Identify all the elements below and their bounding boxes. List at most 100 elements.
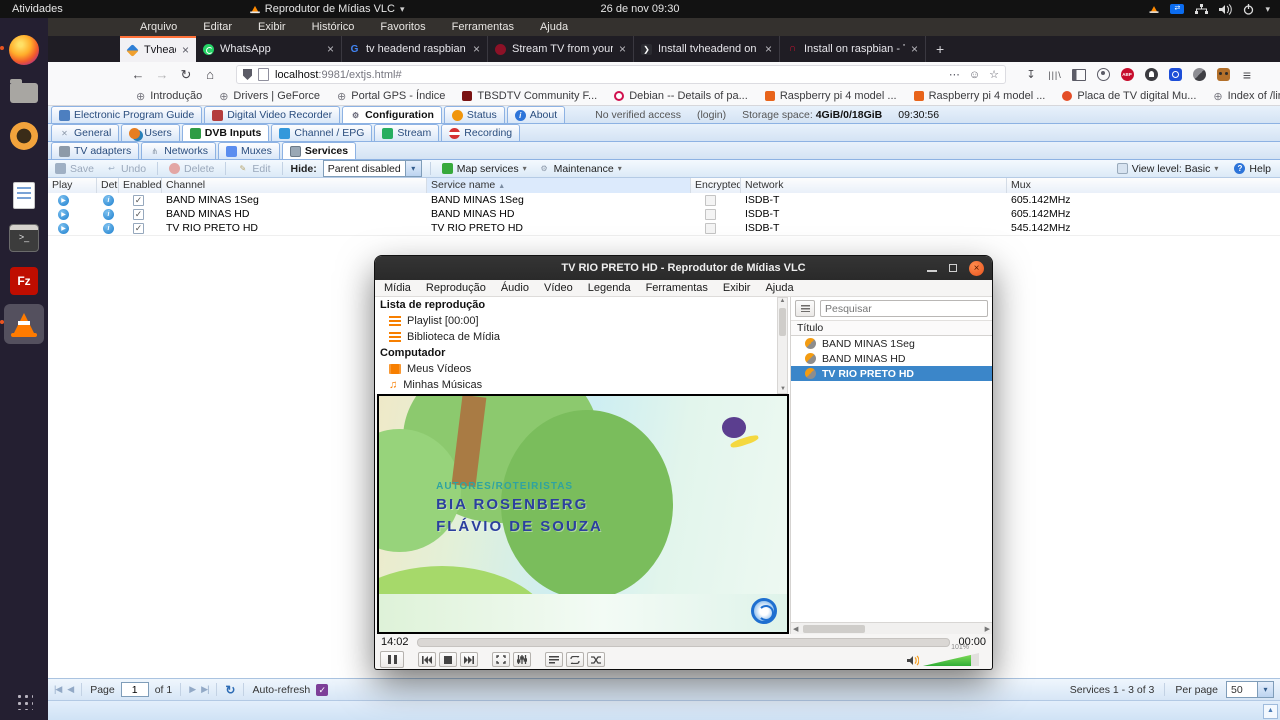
media-library-item[interactable]: Biblioteca de Mídia <box>375 329 790 345</box>
vlc-menu-audio[interactable]: Áudio <box>501 282 529 294</box>
play-icon[interactable]: ▶ <box>58 209 69 220</box>
bookmark-item[interactable]: TBSDTV Community F... <box>462 90 597 102</box>
tab-muxes[interactable]: Muxes <box>218 142 280 159</box>
stop-button[interactable] <box>439 652 457 667</box>
maximize-button[interactable] <box>949 264 957 272</box>
ghostery-extension-icon[interactable] <box>1145 68 1158 81</box>
close-tab-icon[interactable]: × <box>327 42 334 56</box>
dock-terminal[interactable]: >_ <box>4 218 44 258</box>
service-row[interactable]: ▶ i ✓ BAND MINAS 1Seg BAND MINAS 1Seg IS… <box>48 193 1280 208</box>
bookmark-item[interactable]: ⊕Index of /linux/sms1xxx <box>1213 90 1280 103</box>
home-button[interactable]: ⌂ <box>198 67 222 82</box>
bookmark-item[interactable]: Placa de TV digital Mu... <box>1062 90 1196 102</box>
tab-dvr[interactable]: Digital Video Recorder <box>204 106 340 123</box>
column-details[interactable]: Det <box>97 178 119 193</box>
next-page-button[interactable]: ▶ <box>189 684 195 695</box>
activities-button[interactable]: Atividades <box>0 3 75 15</box>
menu-favoritos[interactable]: Favoritos <box>380 21 425 33</box>
clock[interactable]: 26 de nov 09:30 <box>0 3 1280 15</box>
media-item[interactable]: BAND MINAS HD <box>791 351 992 366</box>
minimize-button[interactable] <box>927 270 937 272</box>
column-network[interactable]: Network <box>741 178 1007 193</box>
vlc-tray-icon[interactable] <box>1151 6 1159 13</box>
url-bar[interactable]: localhost:9981/extjs.html# ⋯ ☺ ☆ <box>236 65 1006 84</box>
delete-button[interactable]: Delete <box>166 163 217 175</box>
tab-services[interactable]: Services <box>282 142 356 159</box>
save-button[interactable]: Save <box>52 163 97 175</box>
vlc-menu-midia[interactable]: Mídia <box>384 282 411 294</box>
dock-firefox[interactable] <box>4 30 44 70</box>
close-tab-icon[interactable]: × <box>473 42 480 56</box>
playlist-toggle-button[interactable] <box>545 652 563 667</box>
vlc-menu-reproducao[interactable]: Reprodução <box>426 282 486 294</box>
page-actions-icon[interactable]: ⋯ <box>949 68 960 81</box>
bookmark-star-icon[interactable]: ☆ <box>989 68 999 81</box>
seek-slider[interactable] <box>417 638 951 647</box>
autorefresh-checkbox[interactable]: ✓ <box>316 684 328 696</box>
tab-networks[interactable]: ⋔Networks <box>141 142 216 159</box>
tree-scrollbar[interactable]: ▲▼ <box>777 297 788 394</box>
details-icon[interactable]: i <box>103 223 114 234</box>
volume-icon[interactable] <box>1219 4 1232 15</box>
video-area[interactable]: AUTORES/ROTEIRISTAS BIA ROSENBERG FLÁVIO… <box>377 394 789 634</box>
play-icon[interactable]: ▶ <box>58 223 69 234</box>
library-icon[interactable]: |||\ <box>1048 68 1062 82</box>
pocket-icon[interactable]: ☺ <box>969 69 980 81</box>
tab-tvheadend[interactable]: Tvheadend × <box>120 36 196 62</box>
map-services-button[interactable]: Map services▾ <box>439 163 530 175</box>
forward-button[interactable]: → <box>150 67 174 82</box>
horizontal-scrollbar[interactable]: ◀▶ <box>791 622 992 634</box>
tab-about[interactable]: iAbout <box>507 106 565 123</box>
service-row[interactable]: ▶ i ✓ BAND MINAS HD BAND MINAS HD ISDB-T… <box>48 207 1280 222</box>
bookmark-item[interactable]: Debian -- Details of pa... <box>614 90 748 102</box>
power-icon[interactable] <box>1243 4 1254 15</box>
edit-button[interactable]: ✎Edit <box>234 163 273 175</box>
scroll-up-icon[interactable]: ▲ <box>1263 704 1278 719</box>
vlc-menu-ajuda[interactable]: Ajuda <box>765 282 793 294</box>
column-encrypted[interactable]: Encrypted <box>691 178 741 193</box>
tab-dvb-inputs[interactable]: DVB Inputs <box>182 124 270 141</box>
tab-stream[interactable]: Stream <box>374 124 439 141</box>
my-music-item[interactable]: ♫Minhas Músicas <box>375 377 790 393</box>
volume-slider[interactable] <box>923 653 979 666</box>
fullscreen-button[interactable] <box>492 652 510 667</box>
dock-filezilla[interactable]: Fz <box>4 261 44 301</box>
menu-ajuda[interactable]: Ajuda <box>540 21 568 33</box>
system-menu-chevron-icon[interactable]: ▾ <box>1265 4 1270 15</box>
dock-text-editor[interactable] <box>4 175 44 215</box>
view-options-button[interactable] <box>795 300 815 317</box>
active-app-menu[interactable]: Reprodutor de Mídias VLC ▾ <box>250 3 405 15</box>
undo-button[interactable]: ↩Undo <box>103 163 149 175</box>
close-tab-icon[interactable]: × <box>765 42 772 56</box>
close-button[interactable]: × <box>969 261 984 276</box>
volume-control[interactable]: 101% <box>907 653 987 666</box>
maintenance-button[interactable]: ⚙Maintenance▾ <box>536 163 625 175</box>
show-applications-button[interactable] <box>15 692 33 710</box>
extension-icon[interactable] <box>1193 68 1206 81</box>
tampermonkey-extension-icon[interactable] <box>1217 68 1230 81</box>
tab-general[interactable]: ✕General <box>51 124 119 141</box>
media-item[interactable]: BAND MINAS 1Seg <box>791 336 992 351</box>
tab-epg[interactable]: Electronic Program Guide <box>51 106 202 123</box>
bookmark-item[interactable]: ⊕Portal GPS - Índice <box>337 90 445 103</box>
vlc-menu-ferramentas[interactable]: Ferramentas <box>646 282 708 294</box>
page-info-icon[interactable] <box>258 68 269 81</box>
tab-tv-adapters[interactable]: TV adapters <box>51 142 139 159</box>
column-play[interactable]: Play <box>48 178 97 193</box>
bookmark-item[interactable]: ⊕Drivers | GeForce <box>219 90 320 103</box>
next-button[interactable] <box>460 652 478 667</box>
tab-status[interactable]: Status <box>444 106 505 123</box>
tab-install-tvheadend[interactable]: ❯ Install tvheadend on Ras × <box>634 36 780 62</box>
blue-extension-icon[interactable] <box>1169 68 1182 81</box>
help-button[interactable]: ?Help <box>1231 163 1274 175</box>
menu-exibir[interactable]: Exibir <box>258 21 286 33</box>
login-link[interactable]: (login) <box>697 109 726 121</box>
sidebar-icon[interactable] <box>1072 69 1086 81</box>
extended-settings-button[interactable] <box>513 652 531 667</box>
details-icon[interactable]: i <box>103 195 114 206</box>
column-channel[interactable]: Channel <box>162 178 427 193</box>
close-tab-icon[interactable]: × <box>911 42 918 56</box>
back-button[interactable]: ← <box>126 67 150 82</box>
per-page-select[interactable]: 50▾ <box>1226 681 1274 698</box>
loop-button[interactable] <box>566 652 584 667</box>
